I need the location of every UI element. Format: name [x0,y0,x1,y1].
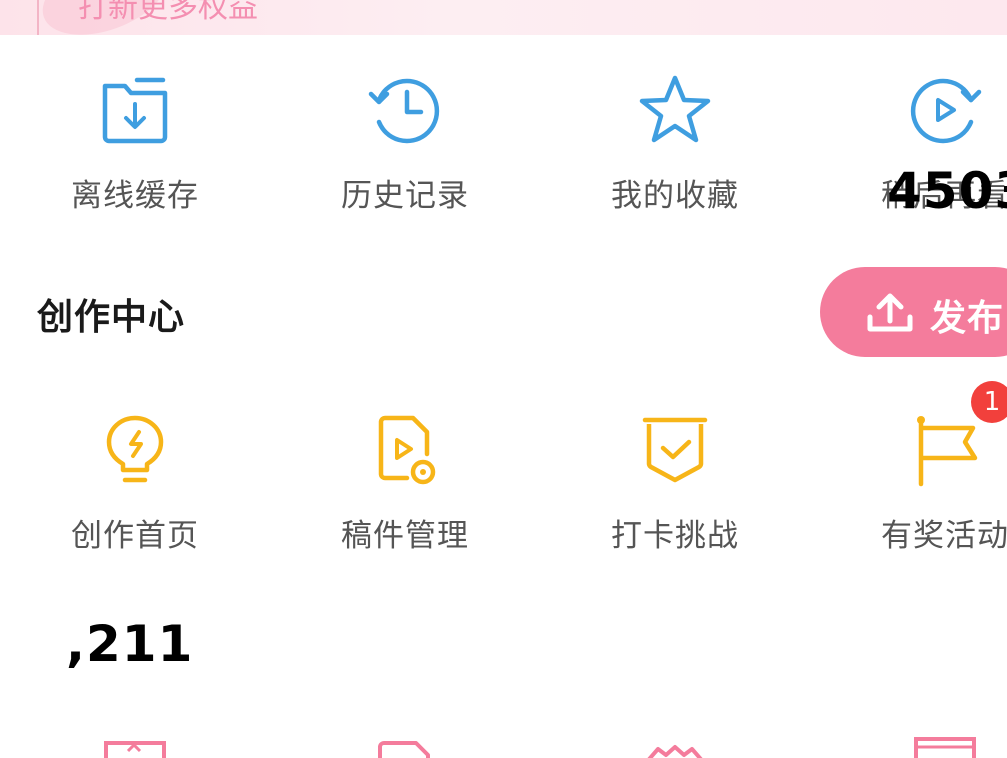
promo-banner[interactable]: 打新更多权益 [0,0,1007,35]
check-shield-icon [642,417,708,483]
creation-item-label: 有奖活动 [881,518,1007,554]
quick-action-label: 我的收藏 [611,178,739,214]
offline-cache-button[interactable]: 离线缓存 [20,70,250,220]
creation-item-label: 创作首页 [71,518,199,554]
publish-label: 发布 [930,298,1005,339]
creation-home-button[interactable]: 创作首页 [20,410,250,560]
lightbulb-icon [106,415,164,483]
bottom-row-icon-4[interactable] [910,733,980,758]
history-clock-icon [368,78,440,144]
quick-action-label: 历史记录 [341,178,469,214]
manuscript-manage-button[interactable]: 稿件管理 [290,410,520,560]
favorites-button[interactable]: 我的收藏 [560,70,790,220]
notification-badge: 1 [971,381,1007,423]
overlay-number: ,211 [66,615,194,673]
banner-divider [37,0,39,35]
creation-item-label: 稿件管理 [341,518,469,554]
star-icon [639,75,711,143]
quick-action-label: 离线缓存 [71,178,199,214]
overlay-number: 4503 [887,162,1007,220]
bottom-row-icon-3[interactable] [640,735,710,758]
reward-activity-button[interactable]: 有奖活动 [830,410,1007,560]
section-title: 创作中心 [37,297,186,338]
history-button[interactable]: 历史记录 [290,70,520,220]
bottom-row-icon-1[interactable] [100,735,170,758]
publish-button[interactable]: 发布 [820,267,1007,357]
bottom-row-icon-2[interactable] [372,735,442,758]
upload-icon [867,293,913,332]
folder-download-icon [102,77,168,144]
watch-later-icon [910,78,982,144]
app-page: 打新更多权益 离线缓存 历史记录 我的收藏 稍后再看 4503 [0,0,1007,758]
checkin-challenge-button[interactable]: 打卡挑战 [560,410,790,560]
flag-icon [917,416,978,487]
video-file-settings-icon [378,415,436,485]
creation-item-label: 打卡挑战 [611,518,739,554]
banner-text: 打新更多权益 [78,0,258,25]
